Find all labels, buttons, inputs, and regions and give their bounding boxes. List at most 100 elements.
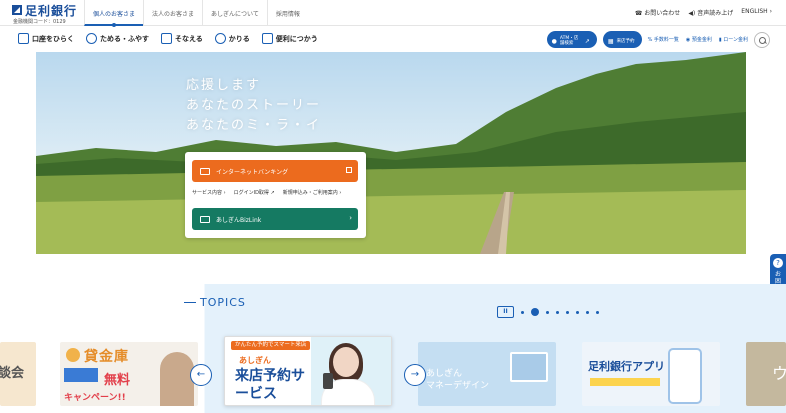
topics-title-text: TOPICS bbox=[200, 296, 246, 309]
read-aloud-link[interactable]: ◀) 音声読み上げ bbox=[688, 8, 733, 17]
arrow-left-icon: ← bbox=[196, 369, 206, 380]
contact-label: お問い合わせ bbox=[644, 10, 681, 17]
monitor-icon bbox=[200, 215, 210, 223]
slide-line: マネーデザイン bbox=[426, 381, 490, 391]
menu-label: 便利につかう bbox=[275, 34, 318, 43]
menu-label: 口座をひらく bbox=[32, 34, 74, 43]
hero-copy: 応援します あなたのストーリー あなたのミ・ラ・イ bbox=[186, 76, 321, 136]
contact-link[interactable]: ☎ お問い合わせ bbox=[635, 8, 681, 17]
main-nav: 口座をひらく ためる・ふやす そなえる かりる 便利につかう ● ATM・店舗検索… bbox=[0, 28, 786, 52]
map-pin-icon: ● bbox=[551, 37, 557, 45]
passbook-icon bbox=[18, 33, 29, 44]
slide-free: 無料 bbox=[104, 373, 131, 388]
quick-links: ● ATM・店舗検索 ↗ ▦ 来店予約 % 手数料一覧 ◉ 預金金利 ▮ ローン金利 bbox=[546, 31, 770, 48]
read-aloud-label: 音声読み上げ bbox=[697, 10, 734, 17]
chevron-right-icon: › bbox=[349, 214, 352, 222]
smartphone-icon bbox=[668, 348, 702, 404]
carousel-next-button[interactable]: → bbox=[404, 364, 426, 386]
hero-banner: 応援します あなたのストーリー あなたのミ・ラ・イ bbox=[36, 52, 746, 254]
banking-sublinks: サービス内容 › ログインID取得 ↗ 新規申込み・ご利用案内 › bbox=[192, 189, 341, 196]
monitor-icon bbox=[200, 167, 210, 175]
coin-bag-icon bbox=[86, 33, 97, 44]
internet-banking-label: インターネットバンキング bbox=[216, 168, 289, 176]
landscape-illustration bbox=[36, 52, 746, 254]
topic-card-safe-deposit[interactable]: 貸金庫 無料 キャンペーン!! bbox=[60, 342, 198, 406]
menu-open-account[interactable]: 口座をひらく bbox=[18, 33, 74, 44]
smartphone-icon bbox=[323, 373, 333, 389]
pause-button[interactable]: II bbox=[497, 306, 514, 318]
topic-card-visit-reservation[interactable]: かんたん予約でスマート来店 あしぎん 来店予約サービス bbox=[224, 336, 392, 406]
slide-text: 談会 bbox=[0, 366, 25, 381]
bizlink-label: あしぎんBizLink bbox=[216, 216, 262, 224]
menu-convenient[interactable]: 便利につかう bbox=[261, 33, 318, 44]
slide-title: 来店予約サービス bbox=[235, 368, 305, 402]
visit-reservation-button[interactable]: ▦ 来店予約 bbox=[602, 31, 642, 48]
tab-corporate[interactable]: 法人のお客さま bbox=[143, 0, 202, 26]
tab-recruit[interactable]: 採用情報 bbox=[266, 0, 308, 26]
laptop-icon bbox=[510, 352, 548, 382]
topic-card-money-design[interactable]: あしぎん マネーデザイン bbox=[418, 342, 556, 406]
slide-title: 貸金庫 bbox=[84, 349, 129, 365]
atm-search-label: ATM・店舗検索 bbox=[559, 36, 579, 46]
login-id-link[interactable]: ログインID取得 ↗ bbox=[234, 189, 275, 196]
topics-title: TOPICS bbox=[184, 296, 246, 309]
hero-copy-line: あなたのストーリー bbox=[186, 98, 322, 113]
menu-label: ためる・ふやす bbox=[100, 34, 149, 43]
fee-list-link[interactable]: % 手数料一覧 bbox=[648, 36, 679, 43]
badge-icon bbox=[66, 348, 80, 362]
logo-mark-icon bbox=[12, 5, 22, 15]
carousel-dot-active[interactable] bbox=[531, 308, 539, 316]
rate-links: % 手数料一覧 ◉ 預金金利 ▮ ローン金利 bbox=[648, 36, 748, 43]
carousel-dot[interactable] bbox=[521, 310, 524, 314]
service-menu: 口座をひらく ためる・ふやす そなえる かりる 便利につかう bbox=[18, 33, 318, 44]
login-id-label: ログインID取得 bbox=[233, 190, 269, 196]
loan-rate-link[interactable]: ▮ ローン金利 bbox=[719, 36, 748, 43]
menu-borrow[interactable]: かりる bbox=[214, 33, 250, 44]
menu-label: そなえる bbox=[175, 34, 203, 43]
external-link-icon bbox=[346, 167, 352, 173]
calendar-icon: ▦ bbox=[607, 37, 614, 45]
service-info-label: サービス内容 bbox=[192, 190, 223, 196]
card-icon bbox=[261, 33, 273, 44]
english-link[interactable]: ENGLISH › bbox=[741, 8, 772, 17]
tab-personal[interactable]: 個人のお客さま bbox=[84, 0, 144, 27]
slide-campaign: キャンペーン!! bbox=[64, 393, 126, 403]
highlight-bar bbox=[590, 378, 660, 386]
loan-rate-label: ローン金利 bbox=[723, 37, 748, 43]
service-info-link[interactable]: サービス内容 › bbox=[192, 189, 226, 196]
bank-code: 金融機関コード：0129 bbox=[13, 19, 66, 25]
topic-card-app[interactable]: 足利銀行アプリ bbox=[582, 342, 720, 406]
bizlink-button[interactable]: あしぎんBizLink › bbox=[192, 208, 358, 230]
login-panel: インターネットバンキング サービス内容 › ログインID取得 ↗ 新規申込み・ご… bbox=[185, 152, 366, 238]
slide-tag: かんたん予約でスマート来店 bbox=[231, 341, 311, 350]
topic-card-partial-right[interactable]: ウ bbox=[746, 342, 786, 406]
speaker-icon: ◀) bbox=[688, 10, 696, 17]
topic-card-partial-left[interactable]: 談会 bbox=[0, 342, 36, 406]
hero-copy-line: 応援します bbox=[186, 78, 262, 93]
fee-list-label: 手数料一覧 bbox=[653, 37, 679, 43]
search-icon[interactable] bbox=[754, 31, 770, 48]
carousel-dots bbox=[521, 308, 599, 316]
carousel-dot[interactable] bbox=[546, 310, 549, 314]
tab-about[interactable]: あしぎんについて bbox=[202, 0, 267, 26]
carousel-dot[interactable] bbox=[566, 310, 569, 314]
page: 足利銀行 金融機関コード：0129 個人のお客さま 法人のお客さま あしぎんにつ… bbox=[0, 0, 786, 413]
arrow-right-icon: → bbox=[410, 369, 420, 380]
person-photo bbox=[160, 352, 194, 406]
chevron-right-icon: › bbox=[769, 8, 772, 15]
atm-search-button[interactable]: ● ATM・店舗検索 ↗ bbox=[546, 31, 597, 48]
phone-icon: ☎ bbox=[634, 10, 643, 17]
segment-tabs: 個人のお客さま 法人のお客さま あしぎんについて 採用情報 bbox=[84, 0, 308, 27]
internet-banking-button[interactable]: インターネットバンキング bbox=[192, 160, 358, 182]
apply-guide-link[interactable]: 新規申込み・ご利用案内 › bbox=[283, 189, 342, 196]
menu-save-invest[interactable]: ためる・ふやす bbox=[86, 33, 149, 44]
carousel-dot[interactable] bbox=[586, 310, 589, 314]
carousel-dot[interactable] bbox=[596, 310, 599, 314]
person-face bbox=[333, 347, 359, 377]
deposit-rate-link[interactable]: ◉ 預金金利 bbox=[686, 36, 712, 43]
carousel-prev-button[interactable]: ← bbox=[190, 364, 212, 386]
menu-prepare[interactable]: そなえる bbox=[161, 33, 203, 44]
carousel-dot[interactable] bbox=[576, 310, 579, 314]
carousel-dot[interactable] bbox=[556, 310, 559, 314]
topics-section: TOPICS II 談会 貸金庫 無料 キャンペーン!! かんたん予約でスマート… bbox=[0, 284, 786, 413]
